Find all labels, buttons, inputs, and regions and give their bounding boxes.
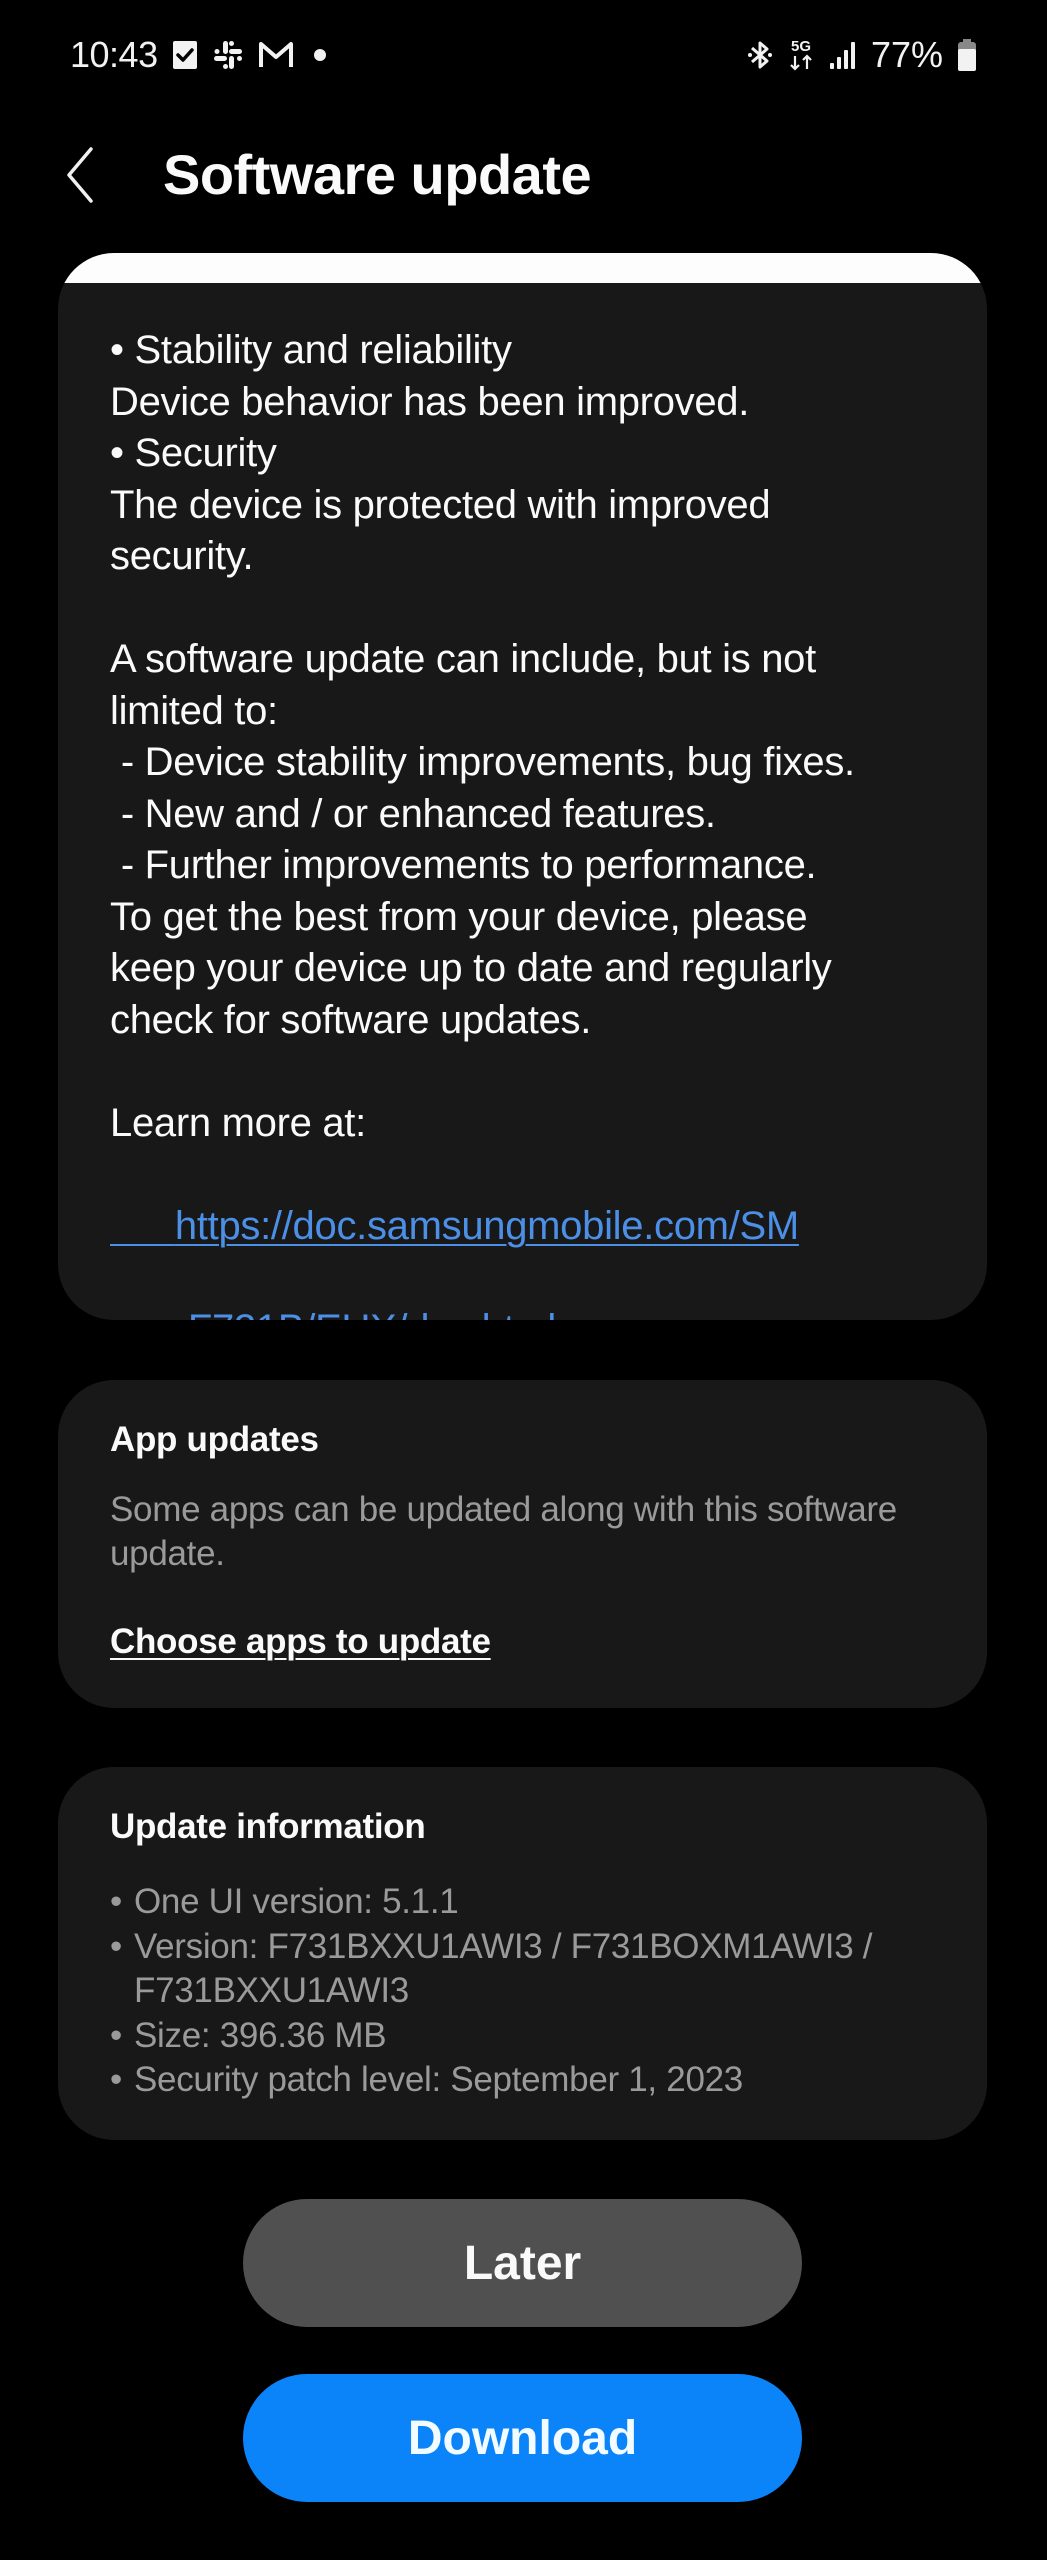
bluetooth-icon <box>747 38 773 72</box>
update-information-list: • One UI version: 5.1.1 • Version: F731B… <box>110 1880 947 2103</box>
release-note-line: - New and / or enhanced features. <box>110 791 716 836</box>
release-note-line: • Security <box>110 431 277 475</box>
signal-strength-icon <box>829 40 857 70</box>
status-bar: 10:43 5G 77% <box>70 30 977 80</box>
info-text: Size: 396.36 MB <box>134 2015 387 2055</box>
status-bar-right: 5G 77% <box>747 34 977 76</box>
release-note-line: • Stability and reliability <box>110 328 512 372</box>
info-text: One UI version: 5.1.1 <box>134 1882 459 1921</box>
clock: 10:43 <box>70 34 158 75</box>
learn-more-link-line[interactable]: -F731B/EUX/doc.html <box>175 1307 556 1321</box>
release-note-line: limited to: <box>110 688 278 733</box>
one-ui-version-item: • One UI version: 5.1.1 <box>110 1880 947 1925</box>
release-note-line: keep your device up to date and regularl… <box>110 946 832 990</box>
checkbox-task-icon <box>172 40 198 70</box>
release-note-line: - Device stability improvements, bug fix… <box>110 740 855 784</box>
app-updates-description: Some apps can be updated along with this… <box>110 1490 897 1573</box>
learn-more-link[interactable]: https://doc.samsungmobile.com/SM -F731B/… <box>110 1149 947 1321</box>
download-button[interactable]: Download <box>243 2374 802 2502</box>
learn-more-label: Learn more at: <box>110 1100 366 1145</box>
release-note-line: The device is protected with improved <box>110 482 771 527</box>
info-text: Version: F731BXXU1AWI3 / F731BOXM1AWI3 /… <box>134 1926 873 2011</box>
release-note-line: security. <box>110 534 254 578</box>
app-updates-heading: App updates <box>110 1420 319 1459</box>
slack-icon <box>212 39 244 71</box>
5g-data-icon: 5G <box>787 37 815 73</box>
bullet: • <box>110 1926 122 1966</box>
page-title: Software update <box>163 143 592 206</box>
choose-apps-to-update-link[interactable]: Choose apps to update <box>110 1622 491 1662</box>
info-text: Security patch level: September 1, 2023 <box>134 2060 743 2099</box>
learn-more-link-line[interactable]: https://doc.samsungmobile.com/SM <box>175 1204 799 1248</box>
app-bar: Software update <box>0 130 1047 220</box>
gmail-icon <box>258 40 294 70</box>
bullet: • <box>110 2060 122 2099</box>
update-information-card: Update information • One UI version: 5.1… <box>58 1767 987 2140</box>
security-patch-item: • Security patch level: September 1, 202… <box>110 2058 947 2103</box>
scroll-edge-overlay <box>58 253 987 283</box>
update-information-heading: Update information <box>110 1807 426 1846</box>
release-note-line: - Further improvements to performance. <box>110 843 817 887</box>
version-item: • Version: F731BXXU1AWI3 / F731BOXM1AWI3… <box>110 1925 947 2014</box>
release-note-line: Device behavior has been improved. <box>110 379 750 424</box>
battery-percent: 77% <box>870 34 943 75</box>
app-updates-card: App updates Some apps can be updated alo… <box>58 1380 987 1708</box>
release-notes-text: • Stability and reliability Device behav… <box>110 325 947 1320</box>
network-type-label: 5G <box>791 38 811 55</box>
size-item: • Size: 396.36 MB <box>110 2014 947 2059</box>
release-note-line: A software update can include, but is no… <box>110 637 816 681</box>
bullet: • <box>110 2015 122 2055</box>
release-note-line: To get the best from your device, please <box>110 894 808 939</box>
bullet: • <box>110 1882 122 1921</box>
release-note-line: check for software updates. <box>110 997 592 1042</box>
later-button[interactable]: Later <box>243 2199 802 2327</box>
more-notifications-dot-icon <box>308 48 332 62</box>
release-note-line <box>110 1046 947 1098</box>
release-note-line <box>110 583 947 635</box>
release-notes-card[interactable]: • Stability and reliability Device behav… <box>58 253 987 1320</box>
battery-icon <box>957 38 977 72</box>
chevron-left-icon <box>67 147 93 203</box>
status-bar-left: 10:43 <box>70 34 332 76</box>
back-button[interactable] <box>55 140 105 210</box>
